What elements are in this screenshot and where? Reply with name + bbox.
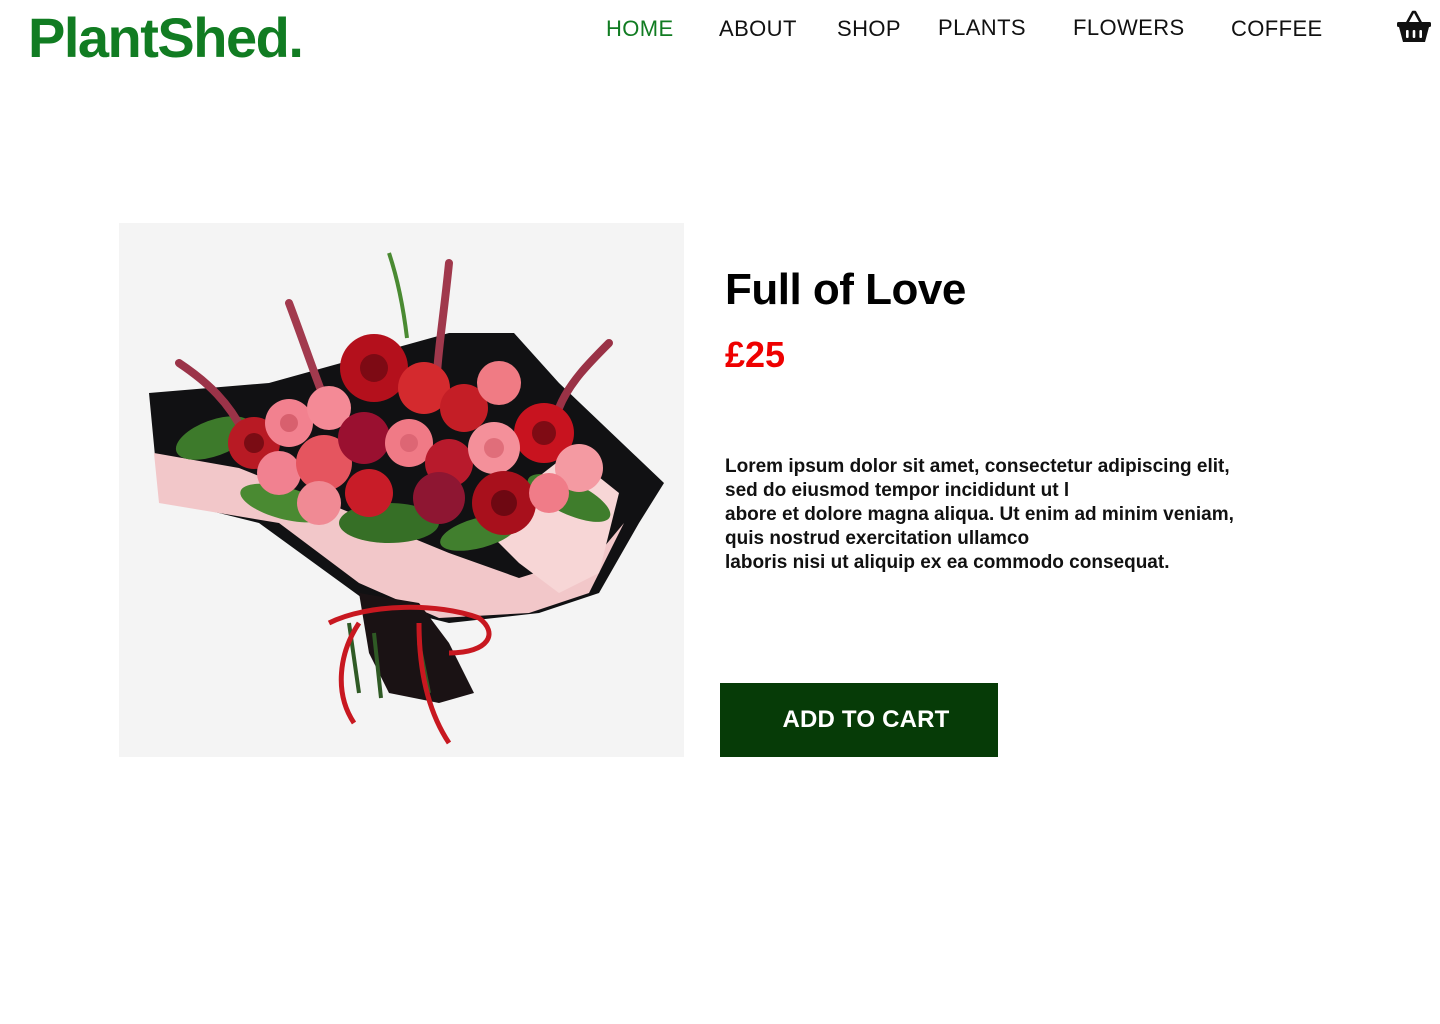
description-line: Lorem ipsum dolor sit amet, consectetur …: [725, 456, 1230, 477]
product-page: PlantShed. HOME ABOUT SHOP PLANTS FLOWER…: [0, 0, 1440, 1024]
brand-logo[interactable]: PlantShed.: [28, 10, 304, 66]
nav-home[interactable]: HOME: [606, 18, 674, 40]
product-price: £25: [725, 334, 786, 375]
product-title: Full of Love: [725, 265, 966, 314]
description-line: quis nostrud exercitation ullamco: [725, 528, 1030, 549]
nav-coffee[interactable]: COFFEE: [1231, 18, 1323, 40]
description-line: abore et dolore magna aliqua. Ut enim ad…: [725, 504, 1234, 525]
add-to-cart-button[interactable]: ADD TO CART: [720, 683, 998, 757]
description-line: laboris nisi ut aliquip ex ea commodo co…: [725, 552, 1170, 573]
nav-about[interactable]: ABOUT: [719, 18, 797, 40]
nav-plants[interactable]: PLANTS: [938, 17, 1026, 39]
nav-shop[interactable]: SHOP: [837, 18, 901, 40]
nav-flowers[interactable]: FLOWERS: [1073, 17, 1185, 39]
product-image: [119, 223, 684, 757]
description-line: sed do eiusmod tempor incididunt ut l: [725, 480, 1070, 501]
basket-icon[interactable]: [1396, 10, 1432, 44]
flower-bouquet-image: [149, 252, 664, 745]
product-description: Lorem ipsum dolor sit amet, consectetur …: [725, 455, 1305, 575]
